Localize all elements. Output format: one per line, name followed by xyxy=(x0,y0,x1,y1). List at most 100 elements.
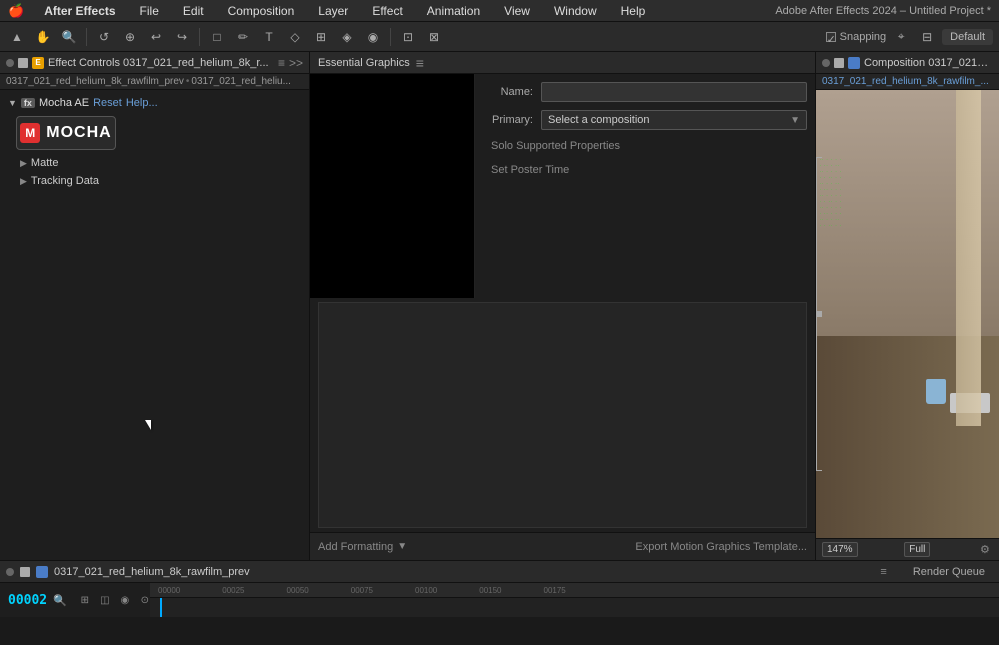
set-poster-time-btn[interactable]: Set Poster Time xyxy=(483,162,807,178)
eg-composition-select[interactable]: Select a composition ▼ xyxy=(541,110,807,130)
timeline-body: 00002 🔍 ⊞ ◫ ◉ ⊙ 00000 00025 00050 00075 … xyxy=(0,583,999,617)
snapping-checkbox[interactable]: ✓ xyxy=(826,32,836,42)
puppet-tool-btn[interactable]: ⊡ xyxy=(397,26,419,48)
separator-3 xyxy=(390,28,391,46)
mask-tool-btn[interactable]: □ xyxy=(206,26,228,48)
render-queue-btn[interactable]: Render Queue xyxy=(905,564,993,580)
timecode-display[interactable]: 00002 xyxy=(8,593,47,608)
comp-close-btn[interactable] xyxy=(822,59,830,67)
timeline-search-btn[interactable]: 🔍 xyxy=(53,592,67,608)
motion-tool-btn[interactable]: ⊠ xyxy=(423,26,445,48)
workspace-badge[interactable]: Default xyxy=(942,29,993,45)
snap-options-btn[interactable]: ⌖ xyxy=(890,26,912,48)
apple-logo-icon[interactable]: 🍎 xyxy=(8,3,24,19)
eg-select-chevron-icon: ▼ xyxy=(790,115,800,126)
essential-graphics-content: Name: Primary: Select a composition ▼ So… xyxy=(310,74,815,298)
quality-select[interactable]: Full xyxy=(904,542,930,557)
eg-bottom-bar: Add Formatting ▼ Export Motion Graphics … xyxy=(310,532,815,560)
fx-badge: fx xyxy=(21,98,35,108)
matte-expand-icon: ▶ xyxy=(20,158,27,169)
effect-controls-menu-btn[interactable]: ≡ xyxy=(278,56,285,70)
clone-tool-btn[interactable]: ⊞ xyxy=(310,26,332,48)
menu-help[interactable]: Help xyxy=(617,2,650,20)
essential-graphics-panel: Essential Graphics ≡ Name: Primary: Sele… xyxy=(310,52,816,560)
zoom-tool-btn[interactable]: 🔍 xyxy=(58,26,80,48)
add-formatting-label: Add Formatting xyxy=(318,541,393,553)
brush-tool-btn[interactable]: ◇ xyxy=(284,26,306,48)
eg-primary-row: Primary: Select a composition ▼ xyxy=(483,110,807,130)
rotate-tool-btn[interactable]: ↺ xyxy=(93,26,115,48)
selection-tool-btn[interactable]: ▲ xyxy=(6,26,28,48)
menu-effect[interactable]: Effect xyxy=(368,2,406,20)
launch-mocha-row: M MOCHA xyxy=(0,112,309,154)
eg-empty-drop-area xyxy=(318,302,807,528)
tracking-overlay: ·· · · · ·· ·· · ···· · · · ·· · ·· · ··… xyxy=(816,90,999,538)
help-btn[interactable]: Help... xyxy=(126,97,158,109)
expand-arrow-icon[interactable]: ▼ xyxy=(8,98,17,108)
hand-tool-btn[interactable]: ✋ xyxy=(32,26,54,48)
tl-motion-blur-btn[interactable]: ◫ xyxy=(97,592,113,608)
menu-aftereffects[interactable]: After Effects xyxy=(40,2,119,20)
timeline-ruler[interactable]: 00000 00025 00050 00075 00100 00150 0017… xyxy=(150,583,999,598)
comp-left-point[interactable] xyxy=(816,311,822,317)
add-formatting-btn[interactable]: Add Formatting ▼ xyxy=(318,541,407,553)
tl-solo-btn[interactable]: ◉ xyxy=(117,592,133,608)
effect-name: Mocha AE xyxy=(39,97,89,109)
timeline-menu-btn[interactable]: ≡ xyxy=(880,566,886,578)
panel-close-btn[interactable] xyxy=(6,59,14,67)
pen-tool-btn[interactable]: ✏ xyxy=(232,26,254,48)
timeline-close-btn[interactable] xyxy=(6,568,14,576)
breadcrumb-part1[interactable]: 0317_021_red_helium_8k_rawfilm_prev xyxy=(6,76,184,87)
composition-viewer[interactable]: ·· · · · ·· ·· · ···· · · · ·· · ·· · ··… xyxy=(816,90,999,538)
effect-controls-panel: E Effect Controls 0317_021_red_helium_8k… xyxy=(0,52,310,560)
zoom-select[interactable]: 147% xyxy=(822,542,858,557)
redo-btn[interactable]: ↪ xyxy=(171,26,193,48)
breadcrumb-sep: • xyxy=(186,76,190,87)
menu-view[interactable]: View xyxy=(500,2,534,20)
ruler-mark-3: 00075 xyxy=(351,586,373,595)
comp-breadcrumb: 0317_021_red_helium_8k_rawfilm_... xyxy=(816,74,999,90)
tl-graph-btn[interactable]: ⊞ xyxy=(77,592,93,608)
text-tool-btn[interactable]: T xyxy=(258,26,280,48)
camera-tool-btn[interactable]: ⊕ xyxy=(119,26,141,48)
main-layout: E Effect Controls 0317_021_red_helium_8k… xyxy=(0,52,999,560)
undo-btn[interactable]: ↩ xyxy=(145,26,167,48)
launch-mocha-btn[interactable]: M MOCHA xyxy=(16,116,116,150)
timeline-ruler-marks: 00000 00025 00050 00075 00100 00150 0017… xyxy=(150,586,574,595)
menu-bar: 🍎 After Effects File Edit Composition La… xyxy=(0,0,999,22)
roto-tool-btn[interactable]: ◉ xyxy=(362,26,384,48)
panel-expand-btn[interactable]: >> xyxy=(289,56,303,70)
composition-panel: Composition 0317_021_re... 0317_021_red_… xyxy=(816,52,999,560)
solo-properties-btn[interactable]: Solo Supported Properties xyxy=(483,138,807,154)
view-options-btn[interactable]: ⊟ xyxy=(916,26,938,48)
comp-settings-btn[interactable]: ⚙ xyxy=(977,542,993,558)
comp-breadcrumb-text[interactable]: 0317_021_red_helium_8k_rawfilm_... xyxy=(822,76,989,87)
eg-name-input[interactable] xyxy=(541,82,807,102)
separator-2 xyxy=(199,28,200,46)
comp-lock-icon xyxy=(834,58,844,68)
eraser-tool-btn[interactable]: ◈ xyxy=(336,26,358,48)
tracking-data-row[interactable]: ▶ Tracking Data xyxy=(0,172,309,190)
main-toolbar: ▲ ✋ 🔍 ↺ ⊕ ↩ ↪ □ ✏ T ◇ ⊞ ◈ ◉ ⊡ ⊠ ✓ Snappi… xyxy=(0,22,999,52)
reset-btn[interactable]: Reset xyxy=(93,97,122,109)
menu-animation[interactable]: Animation xyxy=(423,2,484,20)
tracking-expand-icon: ▶ xyxy=(20,176,27,187)
ruler-mark-1: 00025 xyxy=(222,586,244,595)
export-label: Export Motion Graphics Template... xyxy=(635,541,807,553)
set-poster-time-label: Set Poster Time xyxy=(491,164,569,176)
export-motion-graphics-btn[interactable]: Export Motion Graphics Template... xyxy=(635,541,807,553)
essential-graphics-menu-btn[interactable]: ≡ xyxy=(416,55,424,71)
menu-layer[interactable]: Layer xyxy=(314,2,352,20)
menu-edit[interactable]: Edit xyxy=(179,2,208,20)
effect-controls-title: Effect Controls 0317_021_red_helium_8k_r… xyxy=(48,57,274,69)
mocha-logo-text: MOCHA xyxy=(46,124,111,142)
menu-window[interactable]: Window xyxy=(550,2,601,20)
composition-header: Composition 0317_021_re... xyxy=(816,52,999,74)
ruler-mark-6: 00175 xyxy=(544,586,566,595)
breadcrumb-part2[interactable]: 0317_021_red_heliu... xyxy=(191,76,291,87)
matte-property-row[interactable]: ▶ Matte xyxy=(0,154,309,172)
timeline-playhead[interactable] xyxy=(160,598,162,617)
effect-row: ▼ fx Mocha AE Reset Help... xyxy=(0,94,309,112)
menu-composition[interactable]: Composition xyxy=(224,2,299,20)
menu-file[interactable]: File xyxy=(136,2,163,20)
